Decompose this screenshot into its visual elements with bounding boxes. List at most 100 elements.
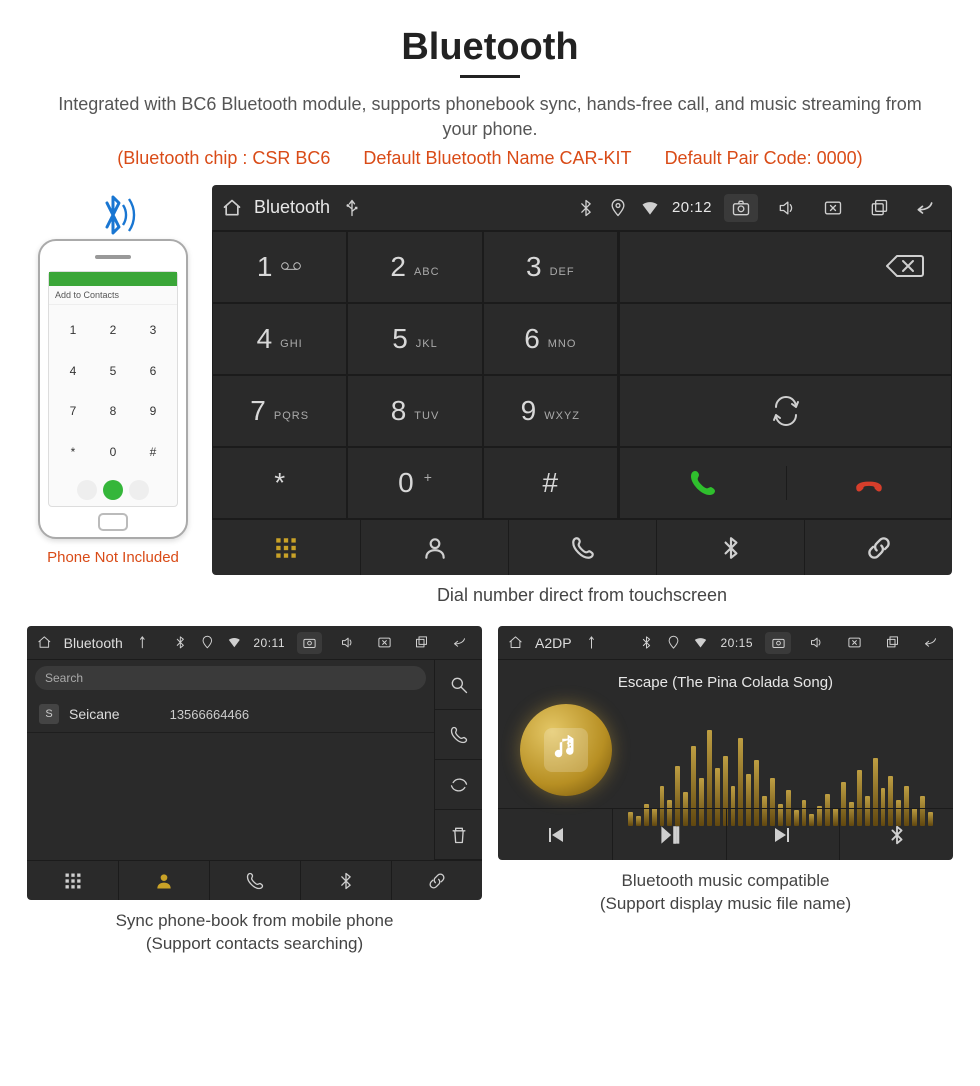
backspace-button[interactable] — [619, 231, 952, 303]
swap-button[interactable] — [619, 375, 952, 447]
key-4-num: 4 — [257, 323, 273, 355]
bluetooth-signal-icon — [83, 185, 143, 245]
key-star-num: * — [274, 467, 285, 499]
spec-name: Default Bluetooth Name CAR-KIT — [363, 148, 631, 168]
side-sync-button[interactable] — [435, 760, 482, 810]
contacts-caption-l2: (Support contacts searching) — [146, 934, 363, 953]
next-button[interactable] — [726, 809, 840, 860]
back-button[interactable] — [447, 632, 472, 654]
key-4-sub: GHI — [280, 338, 303, 350]
home-icon[interactable] — [508, 635, 523, 650]
key-5[interactable]: 5 JKL — [347, 303, 482, 375]
tab-dialpad[interactable] — [212, 520, 360, 575]
key-7-num: 7 — [250, 395, 266, 427]
play-pause-button[interactable] — [612, 809, 726, 860]
search-placeholder: Search — [45, 671, 83, 685]
tab-recent-calls[interactable] — [508, 520, 656, 575]
key-6[interactable]: 6 MNO — [483, 303, 618, 375]
screenshot-button[interactable] — [724, 194, 758, 222]
usb-icon — [584, 635, 599, 650]
volume-button[interactable] — [334, 632, 359, 654]
bluetooth-icon — [639, 635, 654, 650]
tab-pair[interactable] — [804, 520, 952, 575]
tab-bluetooth[interactable] — [300, 861, 391, 900]
key-9[interactable]: 9WXYZ — [483, 375, 618, 447]
close-app-button[interactable] — [841, 632, 867, 654]
recents-button[interactable] — [409, 632, 434, 654]
music-controls — [498, 808, 953, 860]
key-0[interactable]: 0+ — [347, 447, 482, 519]
call-button[interactable] — [620, 467, 786, 499]
key-3-sub: DEF — [550, 266, 575, 278]
contact-name: Seicane — [69, 706, 120, 722]
tab-dialpad[interactable] — [27, 861, 118, 900]
key-6-sub: MNO — [548, 338, 577, 350]
phone-caption: Phone Not Included — [47, 549, 179, 566]
contact-number: 13566664466 — [170, 707, 250, 722]
side-search-button[interactable] — [435, 660, 482, 710]
contacts-unit: Bluetooth 20:11 Search — [27, 626, 482, 900]
key-2-num: 2 — [390, 251, 406, 283]
volume-button[interactable] — [770, 194, 804, 222]
wifi-icon — [640, 198, 660, 218]
status-bar: Bluetooth 20:12 — [212, 185, 952, 231]
key-3[interactable]: 3DEF — [483, 231, 618, 303]
music-note-icon — [544, 728, 588, 772]
contacts-caption: Sync phone-book from mobile phone (Suppo… — [27, 910, 482, 956]
key-6-num: 6 — [524, 323, 540, 355]
key-2[interactable]: 2ABC — [347, 231, 482, 303]
key-0-plus: + — [424, 469, 432, 485]
location-icon — [666, 635, 681, 650]
tab-bluetooth[interactable] — [656, 520, 804, 575]
recents-button[interactable] — [879, 632, 905, 654]
key-8[interactable]: 8 TUV — [347, 375, 482, 447]
voicemail-icon — [280, 259, 302, 275]
phone-illustration: Add to Contacts 123 456 789 *0# Phone No… — [28, 185, 198, 566]
status-title: Bluetooth — [254, 197, 330, 218]
contacts-caption-l1: Sync phone-book from mobile phone — [116, 911, 394, 930]
key-8-sub: TUV — [414, 410, 439, 422]
volume-button[interactable] — [803, 632, 829, 654]
key-9-sub: WXYZ — [544, 410, 580, 422]
key-hash[interactable]: # — [483, 447, 618, 519]
wifi-icon — [227, 635, 242, 650]
key-5-sub: JKL — [416, 338, 438, 350]
screenshot-button[interactable] — [297, 632, 322, 654]
back-button[interactable] — [908, 194, 942, 222]
bluetooth-icon — [173, 635, 188, 650]
tab-contacts[interactable] — [118, 861, 209, 900]
key-7[interactable]: 7PQRS — [212, 375, 347, 447]
side-delete-button[interactable] — [435, 810, 482, 860]
home-icon[interactable] — [222, 198, 242, 218]
spec-code: Default Pair Code: 0000) — [665, 148, 863, 168]
back-button[interactable] — [917, 632, 943, 654]
close-app-button[interactable] — [372, 632, 397, 654]
music-status-bar: A2DP 20:15 — [498, 626, 953, 660]
search-input[interactable]: Search — [35, 666, 426, 690]
music-caption-l2: (Support display music file name) — [600, 894, 851, 913]
phone-add-contacts: Add to Contacts — [49, 286, 177, 305]
tab-pair[interactable] — [391, 861, 482, 900]
key-4[interactable]: 4 GHI — [212, 303, 347, 375]
spec-chip: (Bluetooth chip : CSR BC6 — [117, 148, 330, 168]
tab-recent-calls[interactable] — [209, 861, 300, 900]
close-app-button[interactable] — [816, 194, 850, 222]
contact-row[interactable]: S Seicane 13566664466 — [27, 696, 434, 733]
music-caption: Bluetooth music compatible (Support disp… — [498, 870, 953, 916]
title-underline — [460, 75, 520, 78]
music-bluetooth-button[interactable] — [839, 809, 953, 860]
hangup-button[interactable] — [786, 466, 952, 500]
screenshot-button[interactable] — [765, 632, 791, 654]
status-time: 20:12 — [672, 199, 712, 216]
prev-button[interactable] — [498, 809, 612, 860]
home-icon[interactable] — [37, 635, 52, 650]
key-8-num: 8 — [391, 395, 407, 427]
key-5-num: 5 — [392, 323, 408, 355]
side-call-button[interactable] — [435, 710, 482, 760]
page-title: Bluetooth — [0, 0, 980, 69]
key-1[interactable]: 1 — [212, 231, 347, 303]
key-star[interactable]: * — [212, 447, 347, 519]
location-icon — [200, 635, 215, 650]
recents-button[interactable] — [862, 194, 896, 222]
tab-contacts[interactable] — [360, 520, 508, 575]
